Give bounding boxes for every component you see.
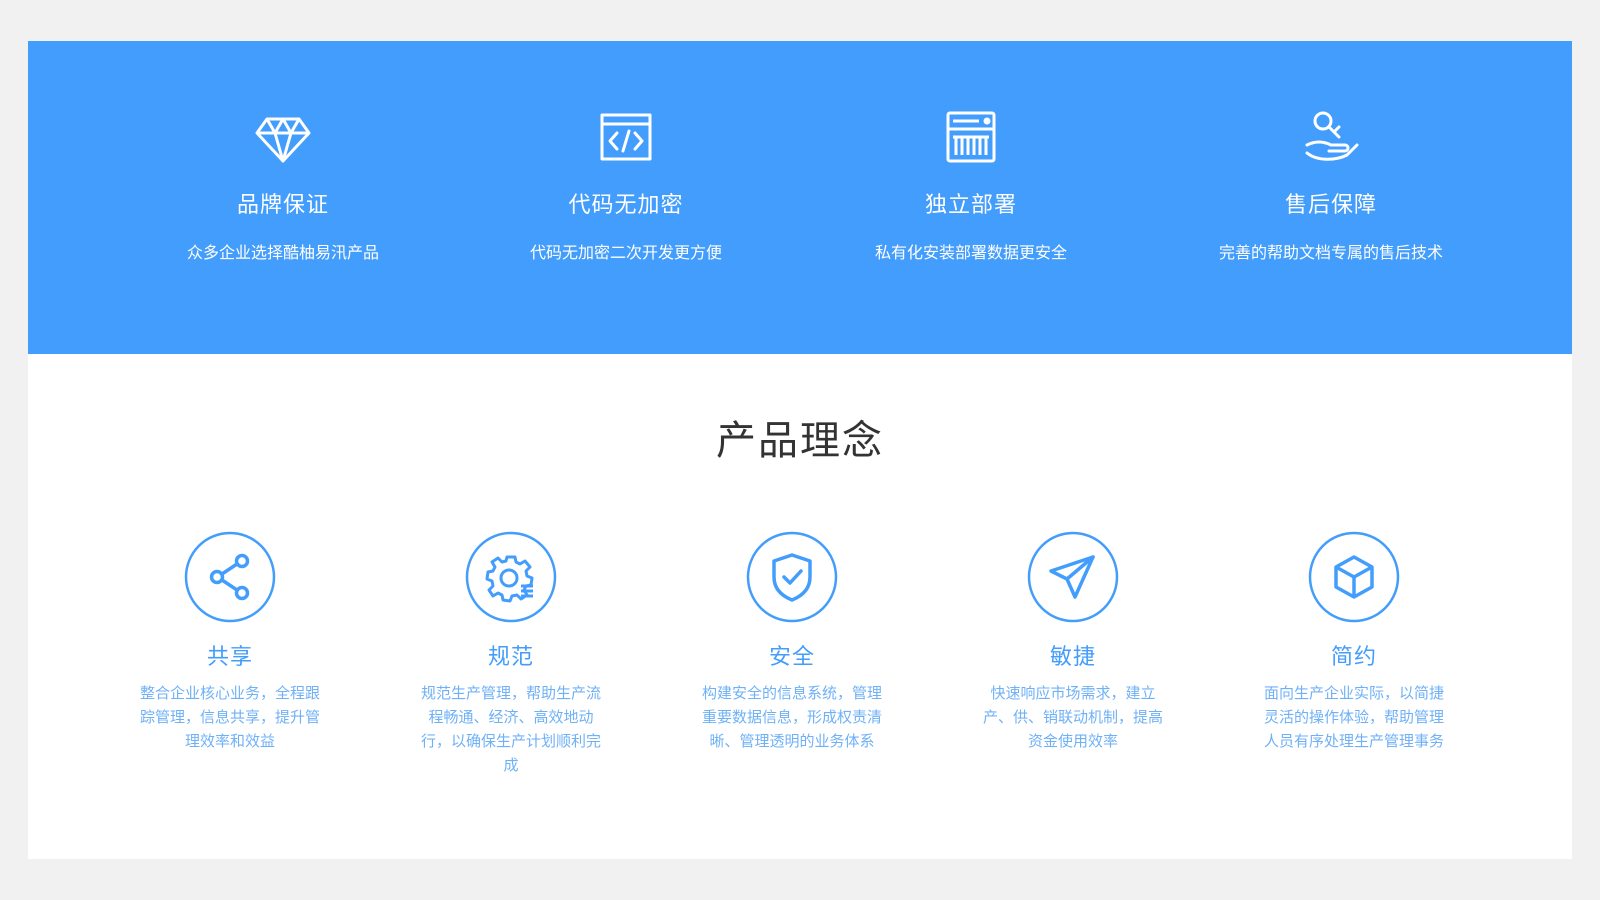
diamond-icon bbox=[253, 107, 313, 167]
feature-brand: 品牌保证 众多企业选择酷柚易汛产品 bbox=[103, 41, 463, 354]
feature-deploy: 独立部署 私有化安装部署数据更安全 bbox=[791, 41, 1151, 354]
code-window-icon bbox=[596, 107, 656, 167]
feature-title: 售后保障 bbox=[1284, 193, 1377, 218]
concept-title: 安全 bbox=[768, 645, 815, 670]
feature-title: 代码无加密 bbox=[568, 193, 684, 218]
gear-list-icon bbox=[465, 531, 557, 623]
concept-desc: 面向生产企业实际，以简捷灵活的操作体验，帮助管理人员有序处理生产管理事务 bbox=[1263, 684, 1444, 750]
concept-agile: 敏捷 快速响应市场需求，建立产、供、销联动机制，提高资金使用效率 bbox=[973, 531, 1173, 811]
concept-title: 规范 bbox=[487, 645, 534, 670]
feature-title: 独立部署 bbox=[924, 193, 1017, 218]
concept-title: 共享 bbox=[206, 645, 253, 670]
concept-desc: 整合企业核心业务，全程跟踪管理，信息共享，提升管理效率和效益 bbox=[139, 684, 320, 750]
concept-standard: 规范 规范生产管理，帮助生产流程畅通、经济、高效地动行，以确保生产计划顺利完成 bbox=[411, 531, 611, 811]
section-title: 产品理念 bbox=[716, 418, 884, 464]
concept-simple: 简约 面向生产企业实际，以简捷灵活的操作体验，帮助管理人员有序处理生产管理事务 bbox=[1254, 531, 1454, 811]
concept-share: 共享 整合企业核心业务，全程跟踪管理，信息共享，提升管理效率和效益 bbox=[130, 531, 330, 811]
feature-desc: 私有化安装部署数据更安全 bbox=[874, 243, 1067, 262]
shield-check-icon bbox=[746, 531, 838, 623]
feature-desc: 代码无加密二次开发更方便 bbox=[529, 243, 722, 262]
feature-title: 品牌保证 bbox=[236, 193, 329, 218]
feature-desc: 完善的帮助文档专属的售后技术 bbox=[1218, 243, 1443, 262]
share-icon bbox=[184, 531, 276, 623]
concept-desc: 规范生产管理，帮助生产流程畅通、经济、高效地动行，以确保生产计划顺利完成 bbox=[420, 684, 601, 774]
feature-aftersales: 售后保障 完善的帮助文档专属的售后技术 bbox=[1151, 41, 1511, 354]
feature-code: 代码无加密 代码无加密二次开发更方便 bbox=[446, 41, 806, 354]
concept-security: 安全 构建安全的信息系统，管理重要数据信息，形成权责清晰、管理透明的业务体系 bbox=[692, 531, 892, 811]
cube-icon bbox=[1308, 531, 1400, 623]
concept-title: 简约 bbox=[1330, 645, 1377, 670]
concept-desc: 快速响应市场需求，建立产、供、销联动机制，提高资金使用效率 bbox=[982, 684, 1163, 750]
concept-desc: 构建安全的信息系统，管理重要数据信息，形成权责清晰、管理透明的业务体系 bbox=[701, 684, 882, 750]
feature-desc: 众多企业选择酷柚易汛产品 bbox=[186, 243, 379, 262]
hand-service-icon bbox=[1301, 107, 1361, 167]
concept-title: 敏捷 bbox=[1049, 645, 1096, 670]
page-container: 品牌保证 众多企业选择酷柚易汛产品 代码无加密 代码无加密二次开发更方便 独立部… bbox=[28, 41, 1572, 859]
server-icon bbox=[941, 107, 1001, 167]
features-banner: 品牌保证 众多企业选择酷柚易汛产品 代码无加密 代码无加密二次开发更方便 独立部… bbox=[28, 41, 1572, 354]
paper-plane-icon bbox=[1027, 531, 1119, 623]
